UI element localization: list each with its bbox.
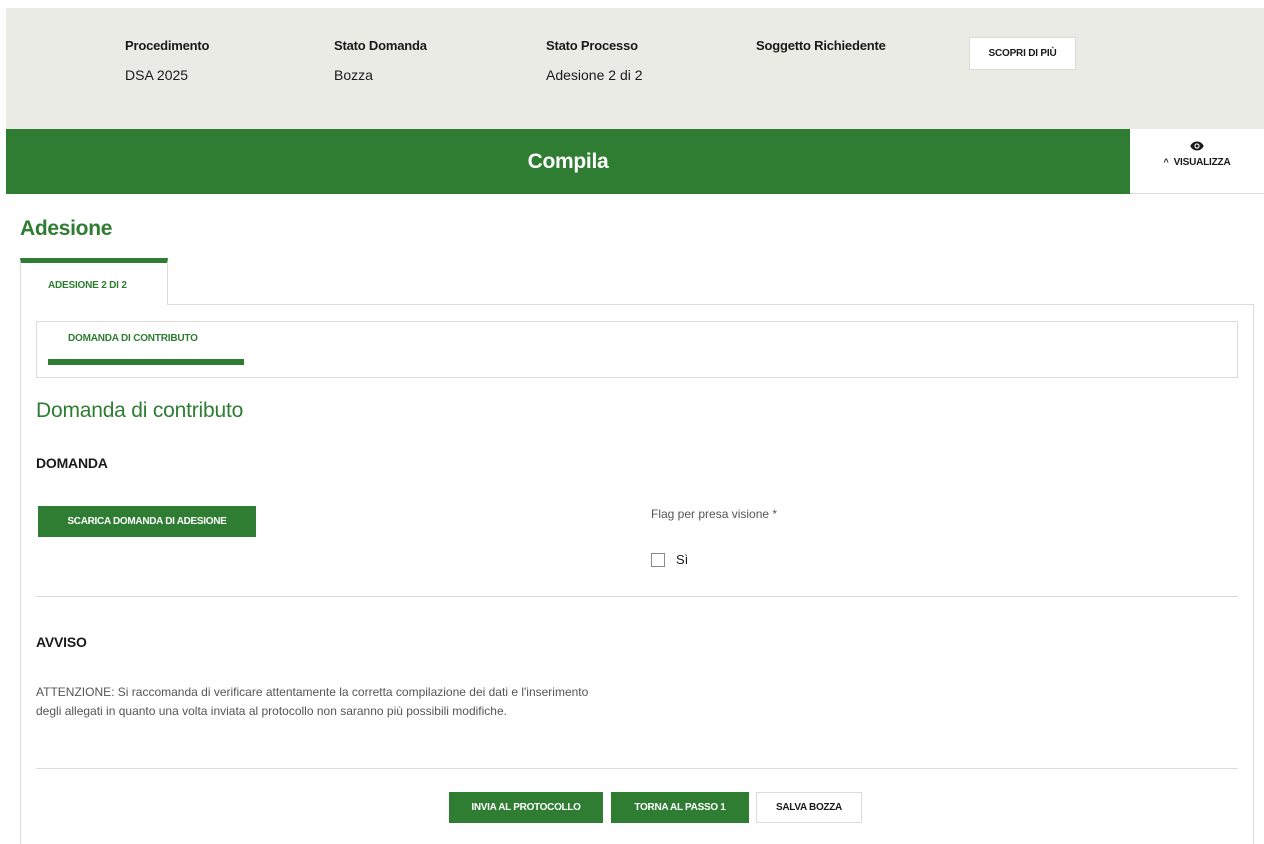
visualizza-label: ^ VISUALIZZA xyxy=(1130,157,1264,168)
tab-content-panel xyxy=(20,304,1254,844)
procedimento-label: Procedimento xyxy=(125,38,210,53)
tab-adesione-2-di-2[interactable]: ADESIONE 2 DI 2 xyxy=(20,258,168,305)
banner-title: Compila xyxy=(527,150,609,173)
tab-domanda-di-contributo[interactable]: DOMANDA DI CONTRIBUTO xyxy=(48,322,244,368)
visualizza-toggle[interactable]: ^ VISUALIZZA xyxy=(1130,129,1264,194)
stato-processo-column: Stato Processo Adesione 2 di 2 xyxy=(546,38,643,83)
torna-al-passo-1-button[interactable]: TORNA AL PASSO 1 xyxy=(611,792,749,823)
active-tab-indicator xyxy=(48,359,244,365)
scopri-di-piu-button[interactable]: SCOPRI DI PIÙ xyxy=(969,37,1076,70)
compila-banner: Compila xyxy=(6,129,1130,194)
soggetto-richiedente-label: Soggetto Richiedente xyxy=(756,38,886,53)
stato-domanda-value: Bozza xyxy=(334,67,373,83)
stato-processo-value: Adesione 2 di 2 xyxy=(546,67,643,83)
checkbox-label: Sì xyxy=(676,552,689,567)
salva-bozza-button[interactable]: SALVA BOZZA xyxy=(756,792,862,823)
presa-visione-checkbox[interactable] xyxy=(651,553,665,567)
chevron-up-icon: ^ xyxy=(1163,157,1169,167)
soggetto-richiedente-column: Soggetto Richiedente xyxy=(756,38,886,53)
inner-tab-strip: DOMANDA DI CONTRIBUTO xyxy=(36,321,1238,378)
tab-label: ADESIONE 2 DI 2 xyxy=(48,280,127,291)
stato-processo-label: Stato Processo xyxy=(546,38,638,53)
page-title: Adesione xyxy=(20,217,113,240)
eye-icon xyxy=(1190,141,1204,151)
divider xyxy=(36,768,1238,769)
stato-domanda-column: Stato Domanda Bozza xyxy=(334,38,427,83)
stato-domanda-label: Stato Domanda xyxy=(334,38,427,53)
domanda-heading: DOMANDA xyxy=(36,455,108,471)
form-title: Domanda di contributo xyxy=(36,399,244,422)
visualizza-text: VISUALIZZA xyxy=(1173,157,1231,168)
inner-tab-label: DOMANDA DI CONTRIBUTO xyxy=(68,333,198,344)
invia-al-protocollo-button[interactable]: INVIA AL PROTOCOLLO xyxy=(449,792,603,823)
flag-field-label: Flag per presa visione * xyxy=(651,507,778,521)
procedimento-value: DSA 2025 xyxy=(125,67,189,83)
divider xyxy=(36,596,1238,597)
procedimento-column: Procedimento DSA 2025 xyxy=(125,38,209,83)
avviso-text: ATTENZIONE: Si raccomanda di verificare … xyxy=(36,685,589,718)
process-info-header: Procedimento DSA 2025 Stato Domanda Bozz… xyxy=(6,8,1264,129)
avviso-heading: AVVISO xyxy=(36,634,87,650)
scarica-domanda-button[interactable]: SCARICA DOMANDA DI ADESIONE xyxy=(38,506,256,537)
